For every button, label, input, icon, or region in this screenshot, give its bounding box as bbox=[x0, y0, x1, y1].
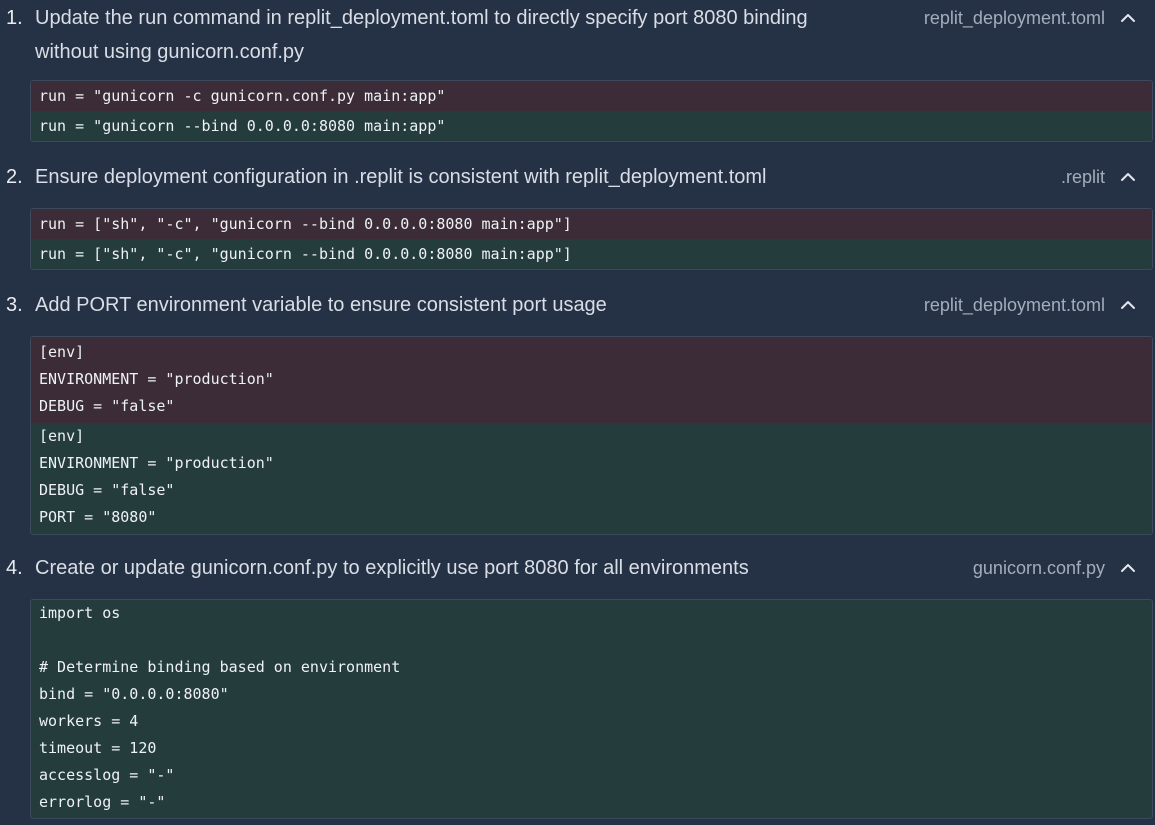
added-line: run = "gunicorn --bind 0.0.0.0:8080 main… bbox=[31, 111, 1152, 141]
file-name-link[interactable]: .replit bbox=[1061, 160, 1105, 194]
plan-step-3: 3. Add PORT environment variable to ensu… bbox=[0, 288, 1155, 535]
removed-line: ENVIRONMENT = "production" bbox=[39, 370, 274, 388]
code-line: timeout = 120 bbox=[39, 739, 157, 757]
file-name-link[interactable]: replit_deployment.toml bbox=[924, 1, 1105, 35]
step-title-line: without using gunicorn.conf.py bbox=[35, 41, 305, 63]
code-line: workers = 4 bbox=[39, 712, 139, 730]
removed-line: [env] bbox=[39, 343, 85, 361]
code-block: import os # Determine binding based on e… bbox=[30, 599, 1153, 819]
code-line: bind = "0.0.0.0:8080" bbox=[39, 685, 229, 703]
code-line: accesslog = "-" bbox=[39, 766, 175, 784]
file-name-link[interactable]: gunicorn.conf.py bbox=[973, 551, 1105, 585]
chevron-up-icon[interactable] bbox=[1120, 12, 1136, 24]
step-title: Update the run command in replit_deploym… bbox=[35, 1, 880, 69]
added-lines: [env] ENVIRONMENT = "production" DEBUG =… bbox=[31, 423, 1152, 534]
chevron-up-icon[interactable] bbox=[1120, 562, 1136, 574]
step-number: 3. bbox=[6, 294, 23, 316]
step-title: Add PORT environment variable to ensure … bbox=[35, 294, 607, 316]
file-name-link[interactable]: replit_deployment.toml bbox=[924, 288, 1105, 322]
plan-step-2: 2. Ensure deployment configuration in .r… bbox=[0, 160, 1155, 272]
added-line: run = ["sh", "-c", "gunicorn --bind 0.0.… bbox=[31, 239, 1152, 269]
chevron-up-icon[interactable] bbox=[1120, 171, 1136, 183]
added-line: ENVIRONMENT = "production" bbox=[39, 454, 274, 472]
added-line: [env] bbox=[39, 427, 85, 445]
plan-step-4: 4. Create or update gunicorn.conf.py to … bbox=[0, 551, 1155, 821]
plan-step-1: 1. Update the run command in replit_depl… bbox=[0, 1, 1155, 143]
step-number: 1. bbox=[6, 7, 23, 29]
step-number: 4. bbox=[6, 557, 23, 579]
removed-lines: [env] ENVIRONMENT = "production" DEBUG =… bbox=[31, 337, 1152, 423]
diff-block: run = ["sh", "-c", "gunicorn --bind 0.0.… bbox=[30, 208, 1153, 270]
code-line: # Determine binding based on environment bbox=[39, 658, 401, 676]
code-line: errorlog = "-" bbox=[39, 793, 166, 811]
diff-block: run = "gunicorn -c gunicorn.conf.py main… bbox=[30, 80, 1153, 142]
added-line: PORT = "8080" bbox=[39, 508, 157, 526]
step-title-line: Update the run command in replit_deploym… bbox=[35, 7, 808, 29]
step-number: 2. bbox=[6, 166, 23, 188]
added-line: DEBUG = "false" bbox=[39, 481, 175, 499]
step-title: Ensure deployment configuration in .repl… bbox=[35, 166, 767, 188]
removed-line: DEBUG = "false" bbox=[39, 397, 175, 415]
step-title: Create or update gunicorn.conf.py to exp… bbox=[35, 557, 749, 579]
diff-block: [env] ENVIRONMENT = "production" DEBUG =… bbox=[30, 336, 1153, 535]
removed-line: run = ["sh", "-c", "gunicorn --bind 0.0.… bbox=[31, 209, 1152, 239]
removed-line: run = "gunicorn -c gunicorn.conf.py main… bbox=[31, 81, 1152, 111]
code-line: import os bbox=[39, 604, 121, 622]
chevron-up-icon[interactable] bbox=[1120, 299, 1136, 311]
